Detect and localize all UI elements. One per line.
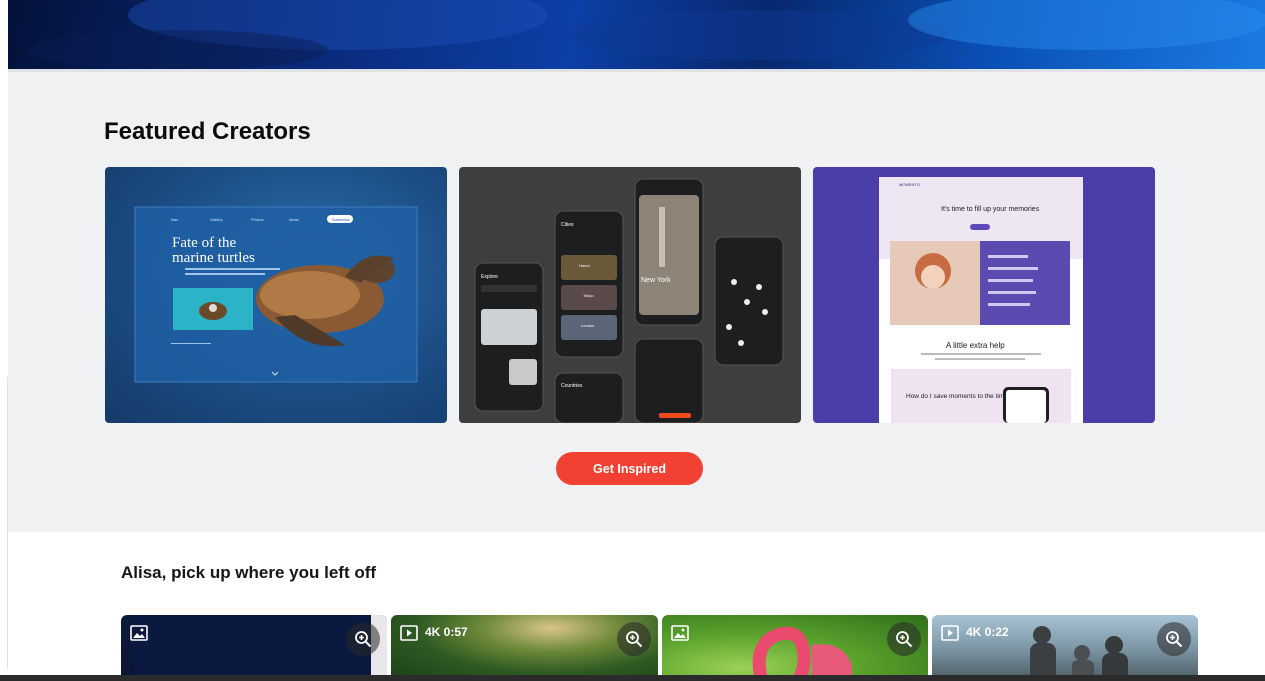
zoom-in-icon bbox=[355, 631, 372, 648]
resume-section-title: Alisa, pick up where you left off bbox=[121, 563, 377, 582]
card1-nav-3: Photos bbox=[251, 217, 263, 222]
card2-city-2: Tokyo bbox=[583, 293, 594, 298]
section-title: Featured Creators bbox=[104, 118, 311, 145]
card1-heading-2: marine turtles bbox=[172, 250, 255, 266]
zoom-button[interactable] bbox=[617, 622, 651, 656]
resume-item-2[interactable]: 4K 0:57 bbox=[391, 615, 658, 681]
resume-item-3[interactable] bbox=[662, 615, 928, 681]
momento-website-preview: MOMENTO It's time to fill up your memori… bbox=[879, 177, 1083, 423]
flamingo-image bbox=[752, 626, 852, 681]
card1-nav-1: Nav bbox=[171, 217, 178, 222]
card2-city-1: Hanoi bbox=[579, 263, 590, 268]
image-icon bbox=[671, 625, 689, 641]
video-icon bbox=[941, 625, 959, 641]
image-icon bbox=[130, 625, 148, 641]
card3-headline: It's time to fill up your memories bbox=[941, 206, 1040, 213]
card1-nav-4: Ideas bbox=[289, 217, 299, 222]
hero-banner-image bbox=[8, 0, 1265, 69]
duration-label: 4K 0:22 bbox=[966, 625, 1009, 639]
card2-countries: Countries bbox=[561, 383, 583, 389]
featured-card-travel-app[interactable]: Explore Cities Hanoi Tokyo London New Yo… bbox=[459, 167, 801, 423]
family-image bbox=[1030, 626, 1128, 681]
resume-item-4[interactable]: 4K 0:22 bbox=[932, 615, 1198, 681]
card3-section-title: A little extra help bbox=[946, 341, 1005, 350]
card3-brand: MOMENTO bbox=[899, 182, 920, 187]
card2-city-3: London bbox=[581, 323, 594, 328]
zoom-in-icon bbox=[896, 631, 913, 648]
zoom-button[interactable] bbox=[1157, 622, 1191, 656]
video-icon bbox=[400, 625, 418, 641]
card1-heading-1: Fate of the bbox=[172, 235, 236, 251]
card2-new-york: New York bbox=[641, 277, 671, 284]
featured-card-turtles[interactable]: Nav Gallery Photos Ideas Subscribe Fate … bbox=[105, 167, 447, 423]
get-inspired-button[interactable]: Get Inspired bbox=[556, 452, 703, 485]
travel-app-preview: Explore Cities Hanoi Tokyo London New Yo… bbox=[474, 178, 784, 423]
featured-creators-section: Featured Creators Nav Gallery Photos Ide… bbox=[8, 69, 1265, 532]
zoom-button[interactable] bbox=[887, 622, 921, 656]
zoom-in-icon bbox=[1166, 631, 1183, 648]
featured-card-momento[interactable]: MOMENTO It's time to fill up your memori… bbox=[813, 167, 1155, 423]
turtle-website-preview: Nav Gallery Photos Ideas Subscribe Fate … bbox=[134, 206, 418, 383]
card1-subscribe: Subscribe bbox=[332, 217, 351, 222]
duration-label: 4K 0:57 bbox=[425, 625, 468, 639]
card2-cities: Cities bbox=[561, 222, 574, 228]
zoom-in-icon bbox=[626, 631, 643, 648]
bottom-scroll-edge bbox=[0, 675, 1265, 681]
card2-explore: Explore bbox=[481, 274, 498, 280]
left-edge-divider bbox=[0, 377, 8, 669]
zoom-button[interactable] bbox=[346, 622, 380, 656]
card1-nav-2: Gallery bbox=[210, 217, 223, 222]
page: Featured Creators Nav Gallery Photos Ide… bbox=[0, 0, 1265, 681]
resume-item-1[interactable] bbox=[121, 615, 387, 681]
